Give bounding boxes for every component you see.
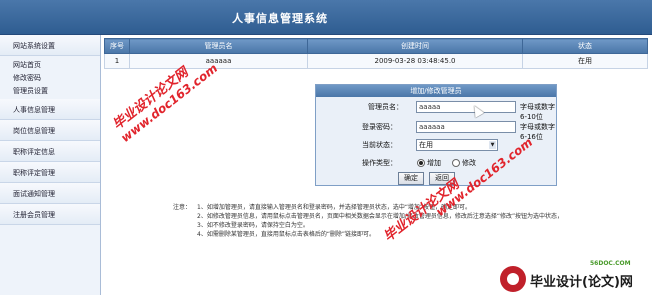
logo-circle-icon <box>500 266 526 292</box>
table-header-row: 序号 管理员名 创建时间 状态 <box>104 38 648 54</box>
form-title: 增加/修改管理员 <box>316 85 556 97</box>
col-header-index: 序号 <box>104 38 130 54</box>
cell-status: 在用 <box>522 53 648 69</box>
corner-logo-domain: 56DOC.COM <box>590 260 631 267</box>
sidebar-item-site-settings[interactable]: 网站系统设置 <box>0 35 100 56</box>
corner-logo: 56DOC.COM 毕业设计(论文)网 <box>500 260 652 295</box>
col-header-status: 状态 <box>522 38 648 54</box>
sidebar-item-positions[interactable]: 岗位信息管理 <box>0 120 100 141</box>
chevron-down-icon[interactable]: ▼ <box>489 141 496 149</box>
notes-prefix: 注意： <box>173 204 192 211</box>
cell-admin-name[interactable]: aaaaaa <box>129 53 308 69</box>
username-label: 管理员名： <box>368 103 403 111</box>
col-header-name: 管理员名 <box>129 38 308 54</box>
username-hint: 字母或数字6-10位 <box>520 103 555 121</box>
password-input[interactable]: aaaaaa <box>416 121 516 133</box>
sidebar-link-admin-settings[interactable]: 管理员设置 <box>13 86 48 96</box>
sidebar-item-title-management[interactable]: 职称评定管理 <box>0 162 100 183</box>
admin-table: 序号 管理员名 创建时间 状态 1 aaaaaa 2009-03-28 03:4… <box>104 38 648 69</box>
sidebar: 网站系统设置 网站首页 修改密码 管理员设置 人事信息管理 岗位信息管理 职称评… <box>0 35 101 295</box>
sidebar-item-members[interactable]: 注册会员管理 <box>0 204 100 225</box>
radio-add[interactable] <box>417 159 425 167</box>
col-header-created: 创建时间 <box>307 38 523 54</box>
submit-button[interactable]: 确定 <box>398 172 424 185</box>
admin-form-panel: 增加/修改管理员 管理员名： aaaaa 字母或数字6-10位 登录密码： aa… <box>315 84 557 186</box>
sidebar-item-interview[interactable]: 面试通知管理 <box>0 183 100 204</box>
status-select[interactable]: 在用 ▼ <box>416 139 498 151</box>
sidebar-link-home[interactable]: 网站首页 <box>13 60 41 70</box>
username-input[interactable]: aaaaa <box>416 101 516 113</box>
table-row[interactable]: 1 aaaaaa 2009-03-28 03:48:45.0 在用 <box>104 53 648 69</box>
password-label: 登录密码： <box>362 123 397 131</box>
status-select-value: 在用 <box>419 141 433 149</box>
corner-logo-text: 毕业设计(论文)网 <box>530 275 633 290</box>
status-label: 当前状态： <box>362 141 397 149</box>
radio-edit-label: 修改 <box>462 159 476 167</box>
operation-label: 操作类型： <box>362 159 397 167</box>
app-title: 人事信息管理系统 <box>232 12 328 25</box>
cell-index: 1 <box>104 53 130 69</box>
note-item: 4、如需删除某管理员，直接用鼠标点击表格后的“删除”链接即可。 <box>197 231 376 238</box>
sidebar-item-title-info[interactable]: 职称评定信息 <box>0 141 100 162</box>
radio-edit[interactable] <box>452 159 460 167</box>
cell-created: 2009-03-28 03:48:45.0 <box>307 53 523 69</box>
sidebar-item-personnel[interactable]: 人事信息管理 <box>0 99 100 120</box>
radio-add-label: 增加 <box>427 159 441 167</box>
app-header: 人事信息管理系统 <box>0 0 652 35</box>
note-item: 3、如不修改登录密码，请保持空白为空。 <box>197 222 309 229</box>
sidebar-link-change-password[interactable]: 修改密码 <box>13 73 41 83</box>
